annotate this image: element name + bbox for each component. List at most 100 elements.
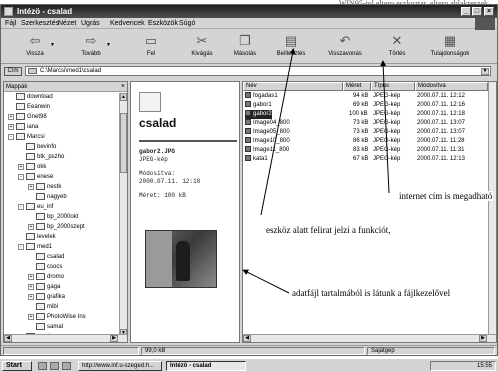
quicklaunch-ie-icon[interactable]: [38, 362, 47, 370]
expand-icon[interactable]: +: [28, 223, 34, 230]
scroll-left-icon[interactable]: ◀: [4, 335, 12, 342]
menu-tools[interactable]: Eszközök: [148, 19, 178, 28]
explorer-app-icon: [4, 7, 13, 16]
tree-node[interactable]: + iana: [8, 123, 38, 133]
scroll-up-icon[interactable]: ▲: [120, 93, 127, 101]
column-header-type[interactable]: Típus: [371, 82, 415, 91]
back-dropdown-icon[interactable]: ▼: [50, 42, 55, 48]
file-row[interactable]: fogadas1 94 kB JPEG-kép 2000.07.11. 12:1…: [243, 92, 488, 101]
tree-node[interactable]: samal: [36, 323, 63, 333]
tree-node[interactable]: btk_pszho: [26, 153, 64, 163]
collapse-icon[interactable]: -: [8, 133, 14, 140]
menu-go[interactable]: Ugrás: [81, 19, 100, 28]
start-button[interactable]: Start: [2, 361, 32, 371]
tree-node[interactable]: - enese: [18, 173, 53, 183]
web-view-preview-pane: csalad gabor2.JPG JPEG-kép Módosítva: 20…: [130, 81, 240, 343]
scroll-right-icon[interactable]: ▶: [479, 335, 487, 342]
quicklaunch-channels-icon[interactable]: [62, 362, 71, 370]
file-row[interactable]: Image10_800 86 kB JPEG-kép 2000.07.11. 1…: [243, 137, 488, 146]
folders-vertical-scrollbar[interactable]: ▲ ▼: [119, 93, 127, 337]
tree-node[interactable]: bp_2000okt: [36, 213, 78, 223]
tree-node[interactable]: csocs: [36, 263, 62, 273]
file-row[interactable]: gabor1 69 kB JPEG-kép 2000.07.11. 12:16: [243, 101, 488, 110]
file-row[interactable]: Image04_800 73 kB JPEG-kép 2000.07.11. 1…: [243, 119, 488, 128]
file-list-horizontal-scrollbar[interactable]: ◀ ▶: [243, 334, 496, 342]
file-row-selected[interactable]: gabor2 100 kB JPEG-kép 2000.07.11. 12:18: [243, 110, 488, 119]
menu-edit[interactable]: Szerkesztés: [21, 19, 59, 28]
status-zone: Sajátgép: [367, 347, 495, 355]
folder-tree: download Eeanwin + Gnet98 + iana - Marcsi b…: [4, 93, 120, 337]
quicklaunch-desktop-icon[interactable]: [50, 362, 59, 370]
forward-dropdown-icon[interactable]: ▼: [106, 42, 111, 48]
tree-node[interactable]: + gaga: [28, 283, 60, 293]
taskbar-explorer[interactable]: Intézö - csalad: [166, 361, 246, 371]
file-row[interactable]: Image05_800 73 kB JPEG-kép 2000.07.11. 1…: [243, 128, 488, 137]
minimize-button[interactable]: _: [461, 7, 471, 16]
tree-node-selected[interactable]: csalad: [36, 253, 64, 263]
taskbar-browser[interactable]: http://www.inf.u-szeged.h...: [78, 361, 162, 371]
clock[interactable]: 15:55: [477, 363, 492, 369]
delete-button[interactable]: ✕ Törlés: [383, 32, 411, 62]
image-file-icon: [245, 119, 251, 126]
folders-horizontal-scrollbar[interactable]: ◀ ▶: [4, 334, 127, 342]
menu-view[interactable]: Nézet: [58, 19, 76, 28]
up-button[interactable]: ▭ Fel: [139, 32, 163, 62]
expand-icon[interactable]: +: [8, 113, 14, 120]
copy-button[interactable]: ❐ Másolás: [230, 32, 260, 62]
expand-icon[interactable]: +: [28, 273, 34, 280]
forward-button[interactable]: ⇨ Tovább ▼: [77, 32, 111, 62]
back-button[interactable]: ⇦ Vissza ▼: [21, 32, 55, 62]
collapse-icon[interactable]: -: [18, 203, 24, 210]
tree-node[interactable]: bevinfo: [26, 143, 56, 153]
menu-help[interactable]: Súgó: [179, 19, 195, 28]
tree-node[interactable]: - Marcsi: [8, 133, 45, 143]
tree-node[interactable]: + okk: [18, 163, 46, 173]
tree-node[interactable]: nagyeb: [36, 193, 67, 203]
expand-icon[interactable]: +: [8, 123, 14, 130]
tree-node[interactable]: download: [16, 93, 53, 103]
menu-file[interactable]: Fájl: [5, 19, 16, 28]
expand-icon[interactable]: +: [28, 183, 34, 190]
folder-icon: [36, 303, 45, 310]
expand-icon[interactable]: +: [28, 283, 34, 290]
properties-button[interactable]: ▦ Tulajdonságok: [425, 32, 475, 62]
file-row[interactable]: Image11_800 83 kB JPEG-kép 2000.07.11. 1…: [243, 146, 488, 155]
maximize-button[interactable]: □: [472, 7, 482, 16]
paste-button[interactable]: ▤ Beillesztés: [273, 32, 309, 62]
address-dropdown-icon[interactable]: ▼: [481, 68, 489, 75]
scroll-right-icon[interactable]: ▶: [110, 335, 118, 342]
column-header-name[interactable]: Név: [243, 82, 343, 91]
collapse-icon[interactable]: -: [18, 173, 24, 180]
expand-icon[interactable]: +: [18, 163, 24, 170]
menu-favorites[interactable]: Kedvencek: [110, 19, 145, 28]
image-thumbnail: [145, 230, 217, 288]
undo-button[interactable]: ↶ Visszavonás: [325, 32, 365, 62]
tree-node[interactable]: + bp_2000szept: [28, 223, 85, 233]
folder-icon: [36, 313, 45, 320]
tree-node[interactable]: - eu_inf: [18, 203, 53, 213]
address-input[interactable]: C:\Marcsi\med1\csalad ▼: [25, 66, 491, 76]
close-pane-icon[interactable]: ×: [121, 82, 125, 92]
tree-node[interactable]: + PhotoWise Ins: [28, 313, 86, 323]
scroll-thumb[interactable]: [120, 113, 127, 173]
folder-icon: [26, 163, 35, 170]
tree-node[interactable]: mibi: [36, 303, 58, 313]
tree-node[interactable]: - med1: [18, 243, 52, 253]
file-row[interactable]: kata1 67 kB JPEG-kép 2000.07.11. 12:13: [243, 155, 488, 164]
column-header-modified[interactable]: Módosítva: [415, 82, 488, 91]
title-bar[interactable]: Intézö - csalad _ □ ×: [1, 5, 497, 18]
scroll-left-icon[interactable]: ◀: [243, 335, 251, 342]
file-list-vertical-scrollbar[interactable]: [488, 82, 496, 334]
tree-node[interactable]: + nestk: [28, 183, 61, 193]
tree-node[interactable]: + dromo: [28, 273, 64, 283]
cut-button[interactable]: ✂ Kivágás: [187, 32, 217, 62]
tree-node[interactable]: Eeanwin: [16, 103, 50, 113]
expand-icon[interactable]: +: [28, 313, 34, 320]
collapse-icon[interactable]: -: [18, 243, 24, 250]
expand-icon[interactable]: +: [28, 293, 34, 300]
column-header-size[interactable]: Méret: [343, 82, 371, 91]
tree-node[interactable]: levelek: [26, 233, 56, 243]
tree-node[interactable]: + grafika: [28, 293, 65, 303]
close-button[interactable]: ×: [484, 7, 494, 16]
tree-node[interactable]: + Gnet98: [8, 113, 47, 123]
